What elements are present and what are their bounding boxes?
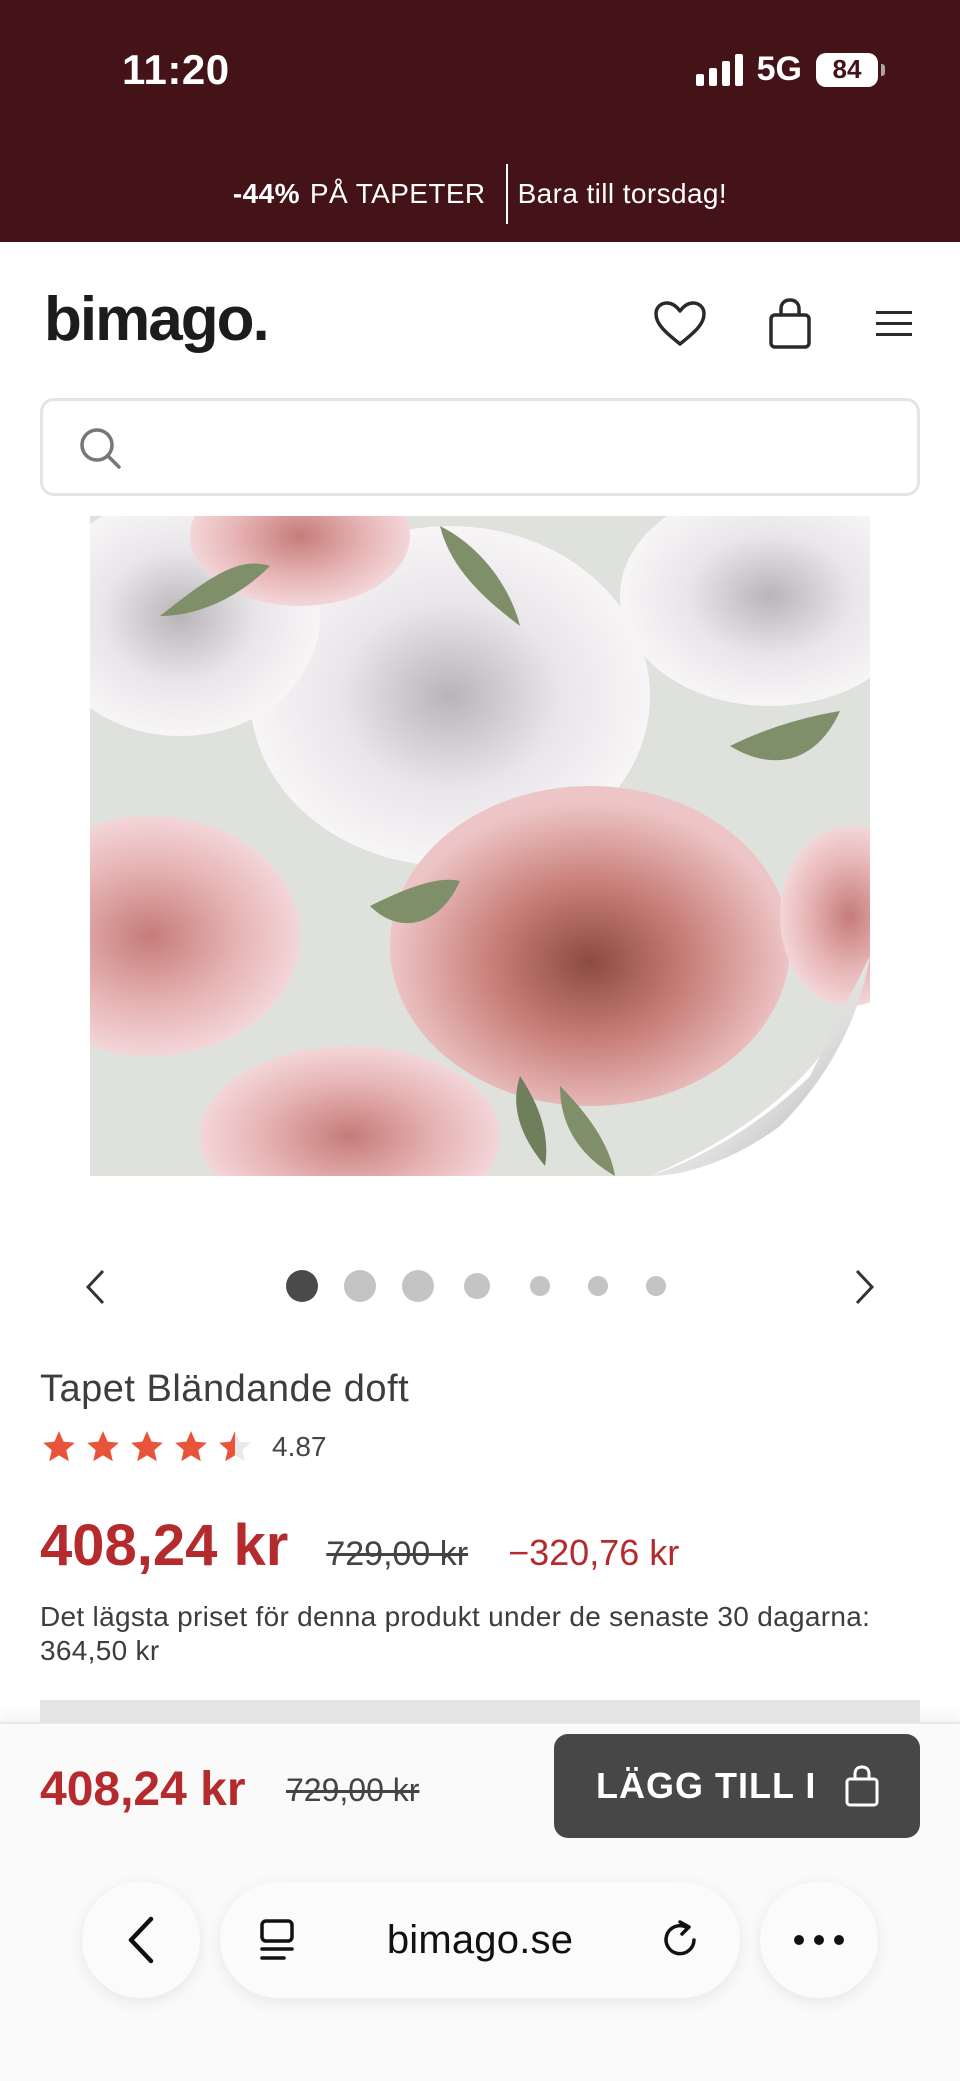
battery-icon: 84 [816, 52, 885, 87]
gallery-prev-chevron-left-icon[interactable] [70, 1262, 120, 1312]
site-logo[interactable]: bimago. [44, 284, 270, 355]
more-dots-icon [794, 1935, 844, 1945]
gallery-dot[interactable] [344, 1270, 376, 1302]
tabs-icon [260, 1919, 294, 1960]
half-star-icon [219, 1431, 251, 1462]
reload-icon[interactable] [658, 1918, 702, 1962]
search-icon [80, 428, 121, 469]
current-price: 408,24 kr [40, 1513, 289, 1578]
star-icon [43, 1431, 75, 1462]
site-header: bimago. [0, 242, 960, 392]
gallery-next-chevron-right-icon[interactable] [840, 1262, 890, 1312]
url-text: bimago.se [386, 1917, 574, 1962]
gallery-pagination [286, 1270, 666, 1302]
buy-bar-price: 408,24 kr [40, 1763, 246, 1816]
status-indicators: 5G 84 [695, 50, 885, 89]
star-icon [131, 1431, 163, 1462]
gallery-dot[interactable] [530, 1276, 550, 1296]
menu-hamburger-icon[interactable] [862, 292, 926, 356]
gallery-dot[interactable] [286, 1270, 318, 1302]
original-price: 729,00 kr [326, 1535, 469, 1573]
search-box[interactable] [40, 398, 920, 496]
promo-deadline: Bara till torsdag! [517, 178, 728, 209]
promo-text[interactable]: -44% PÅ TAPETER Bara till torsdag! [0, 164, 960, 224]
gallery-dot[interactable] [588, 1276, 608, 1296]
product-gallery [0, 512, 960, 1182]
network-label: 5G [756, 50, 802, 88]
rating-value: 4.87 [272, 1431, 327, 1462]
wishlist-heart-icon[interactable] [648, 292, 712, 356]
browser-more-button[interactable] [760, 1882, 878, 1998]
gallery-dot[interactable] [402, 1270, 434, 1302]
promo-discount: -44% [232, 178, 300, 209]
wallpaper-product-image[interactable] [90, 516, 870, 1176]
search-input[interactable] [153, 421, 873, 475]
saving-amount: −320,76 kr [508, 1532, 680, 1573]
gallery-dot[interactable] [464, 1273, 490, 1299]
browser-toolbar: bimago.se [0, 1862, 960, 2002]
status-time: 11:20 [122, 46, 230, 93]
price-row: 408,24 kr 729,00 kr −320,76 kr [40, 1512, 679, 1579]
promo-banner: 11:20 5G 84 -44% PÅ TAPETER Bara till to… [0, 0, 960, 242]
star-icon [87, 1431, 119, 1462]
star-icon [175, 1431, 207, 1462]
back-chevron-icon [128, 1916, 154, 1964]
promo-label: PÅ TAPETER [309, 178, 486, 209]
cart-bag-icon[interactable] [758, 292, 822, 356]
gallery-dot[interactable] [646, 1276, 666, 1296]
promo-divider [505, 164, 508, 224]
buy-bar-old-price: 729,00 kr [286, 1772, 420, 1808]
lowest-price-note: Det lägsta priset för denna produkt unde… [40, 1601, 871, 1666]
signal-icon [695, 53, 743, 86]
add-to-cart-button[interactable]: LÄGG TILL I [554, 1734, 920, 1838]
browser-address-bar[interactable]: bimago.se [220, 1882, 740, 1998]
product-rating[interactable]: 4.87 [40, 1428, 327, 1466]
add-to-cart-label: LÄGG TILL I [596, 1765, 817, 1806]
logo-text: bimago. [44, 285, 270, 354]
product-title: Tapet Bländande doft [40, 1368, 410, 1410]
browser-back-button[interactable] [82, 1882, 200, 1998]
bag-icon [845, 1765, 879, 1807]
